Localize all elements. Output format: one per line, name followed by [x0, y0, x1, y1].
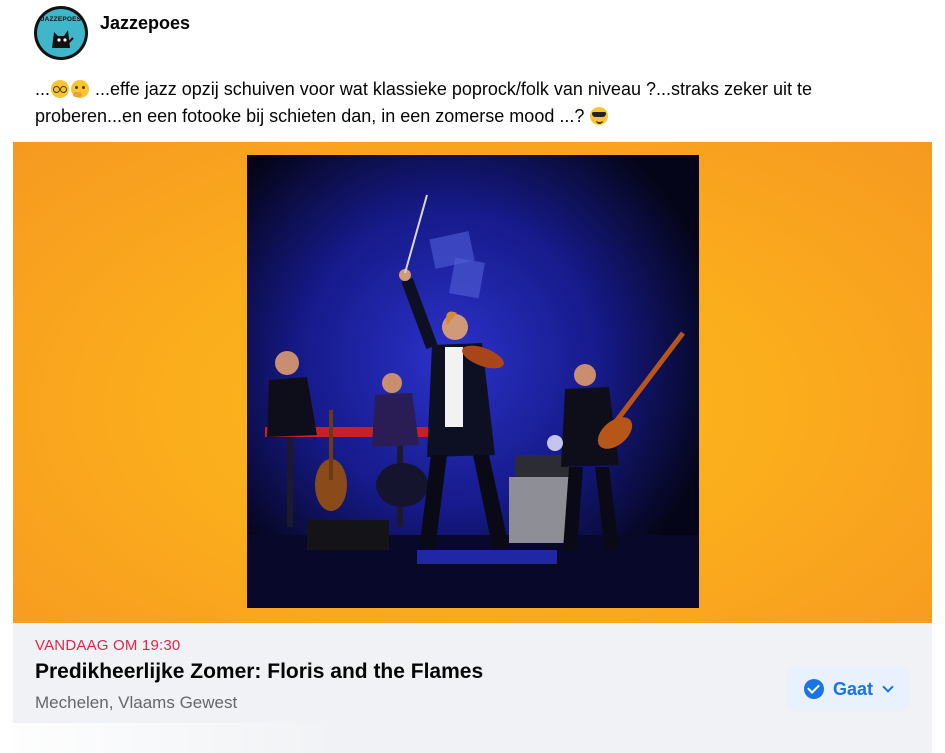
post-text-body: ...effe jazz opzij schuiven voor wat kla… — [35, 79, 813, 126]
avatar-logo: JAZZEPOES — [37, 9, 85, 57]
event-info: VANDAAG OM 19:30 Predikheerlijke Zomer: … — [13, 623, 932, 753]
blurred-overlay — [13, 723, 343, 753]
cat-logo-icon — [52, 30, 74, 48]
concert-photo-illustration — [247, 155, 699, 608]
chevron-down-icon — [882, 681, 894, 693]
event-location: Mechelen, Vlaams Gewest — [35, 693, 238, 712]
thinking-face-icon — [71, 80, 90, 98]
page-avatar[interactable]: JAZZEPOES — [34, 6, 88, 60]
page-name[interactable]: Jazzepoes — [100, 13, 190, 34]
post-text: ... ...effe jazz opzij schuiven voor wat… — [35, 76, 915, 130]
event-title[interactable]: Predikheerlijke Zomer: Floris and the Fl… — [35, 660, 483, 684]
event-banner[interactable] — [13, 142, 932, 623]
event-photo — [247, 155, 699, 608]
event-card[interactable]: VANDAAG OM 19:30 Predikheerlijke Zomer: … — [13, 142, 932, 753]
post-text-prefix: ... — [35, 79, 51, 99]
post-header: JAZZEPOES Jazzepoes — [34, 6, 190, 62]
sunglasses-face-icon — [590, 107, 609, 125]
event-time: VANDAAG OM 19:30 — [35, 637, 181, 654]
nerd-face-icon — [51, 80, 70, 98]
check-circle-icon — [803, 679, 824, 699]
rsvp-label: Gaat — [832, 678, 874, 699]
avatar-logo-text: JAZZEPOES — [40, 16, 82, 23]
rsvp-going-button[interactable]: Gaat — [786, 667, 910, 711]
